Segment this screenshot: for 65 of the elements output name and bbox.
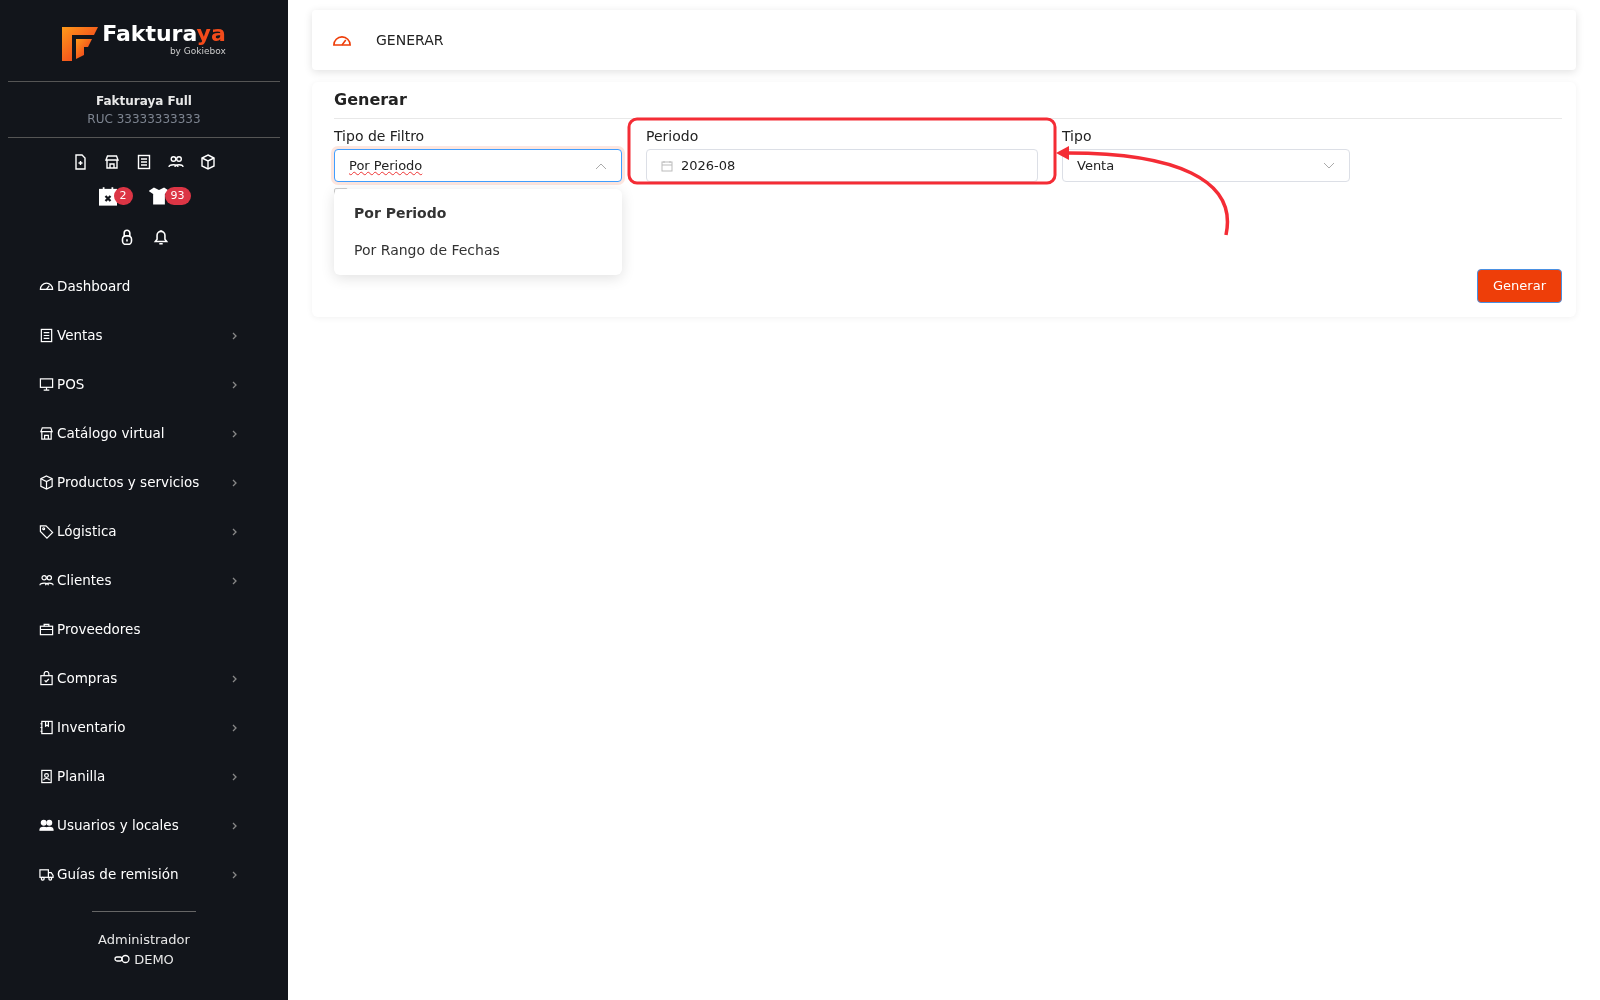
caret-icon — [595, 161, 607, 170]
sidebar-item[interactable]: Proveedores — [8, 605, 280, 654]
field-label: Tipo — [1062, 127, 1093, 146]
page-title: GENERAR — [376, 30, 444, 50]
dropdown-option[interactable]: Por Periodo — [334, 195, 622, 232]
user-name: DEMO — [134, 950, 174, 969]
chevron-right-icon — [231, 429, 239, 438]
briefcase-icon — [39, 622, 54, 637]
store-icon[interactable] — [104, 154, 120, 170]
chevron-right-icon — [231, 478, 239, 487]
sidebar-item[interactable]: Guías de remisión — [8, 850, 280, 899]
sidebar-item[interactable]: Productos y servicios — [8, 458, 280, 507]
chevron-right-icon — [231, 772, 239, 781]
id-badge-icon — [39, 769, 54, 784]
tag-icon — [39, 524, 54, 539]
sidebar-item[interactable]: Catálogo virtual — [8, 409, 280, 458]
list-icon[interactable] — [136, 154, 152, 170]
truck-icon — [39, 867, 54, 882]
users-icon[interactable] — [168, 154, 184, 170]
field-label: Tipo de Filtro — [334, 127, 426, 146]
user-role: Administrador — [97, 931, 191, 949]
document-plus-icon[interactable] — [72, 154, 88, 170]
notebook-icon — [39, 720, 54, 735]
users-icon — [39, 573, 54, 588]
filter-type-select[interactable]: Por Periodo — [334, 149, 622, 182]
sidebar-item[interactable]: Dashboard — [8, 262, 280, 311]
sidebar-item[interactable]: Planilla — [8, 752, 280, 801]
brand-tagline: by Gokiebox — [168, 45, 226, 58]
monitor-icon — [39, 377, 54, 392]
field-label: Periodo — [646, 127, 700, 146]
box-icon — [39, 475, 54, 490]
list-icon — [39, 328, 54, 343]
bell-icon — [152, 228, 170, 246]
company-ruc: RUC 33333333333 — [86, 111, 202, 128]
people-icon — [39, 818, 54, 833]
count-badge: 93 — [164, 186, 191, 206]
calendar-icon — [661, 159, 673, 172]
calendar-x-icon — [97, 186, 118, 206]
brand-name: Fakturaya — [102, 22, 226, 45]
chevron-right-icon — [231, 674, 239, 683]
chevron-right-icon — [231, 821, 239, 830]
company-name: Fakturaya Full — [95, 93, 193, 110]
sidebar-item[interactable]: POS — [8, 360, 280, 409]
period-field[interactable]: 2026-08 — [646, 149, 1038, 182]
chevron-right-icon — [231, 576, 239, 585]
key-icon — [114, 954, 131, 965]
shopping-bag-icon — [39, 671, 54, 686]
type-select[interactable]: Venta — [1062, 149, 1350, 182]
chevron-right-icon — [231, 723, 239, 732]
chevron-right-icon — [231, 527, 239, 536]
chevron-right-icon — [231, 331, 239, 340]
sidebar-item[interactable]: Ventas — [8, 311, 280, 360]
caret-icon — [1323, 161, 1335, 170]
generate-button[interactable]: Generar — [1477, 269, 1562, 303]
box-icon[interactable] — [200, 154, 216, 170]
store-icon — [39, 426, 54, 441]
sidebar-item[interactable]: Usuarios y locales — [8, 801, 280, 850]
sidebar-item[interactable]: Compras — [8, 654, 280, 703]
sidebar-item[interactable]: Clientes — [8, 556, 280, 605]
chevron-right-icon — [231, 870, 239, 879]
chevron-right-icon — [231, 380, 239, 389]
dropdown-option[interactable]: Por Rango de Fechas — [334, 232, 622, 269]
form-title: Generar — [334, 88, 1562, 119]
sidebar-item[interactable]: Lógistica — [8, 507, 280, 556]
sidebar-item[interactable]: Inventario — [8, 703, 280, 752]
